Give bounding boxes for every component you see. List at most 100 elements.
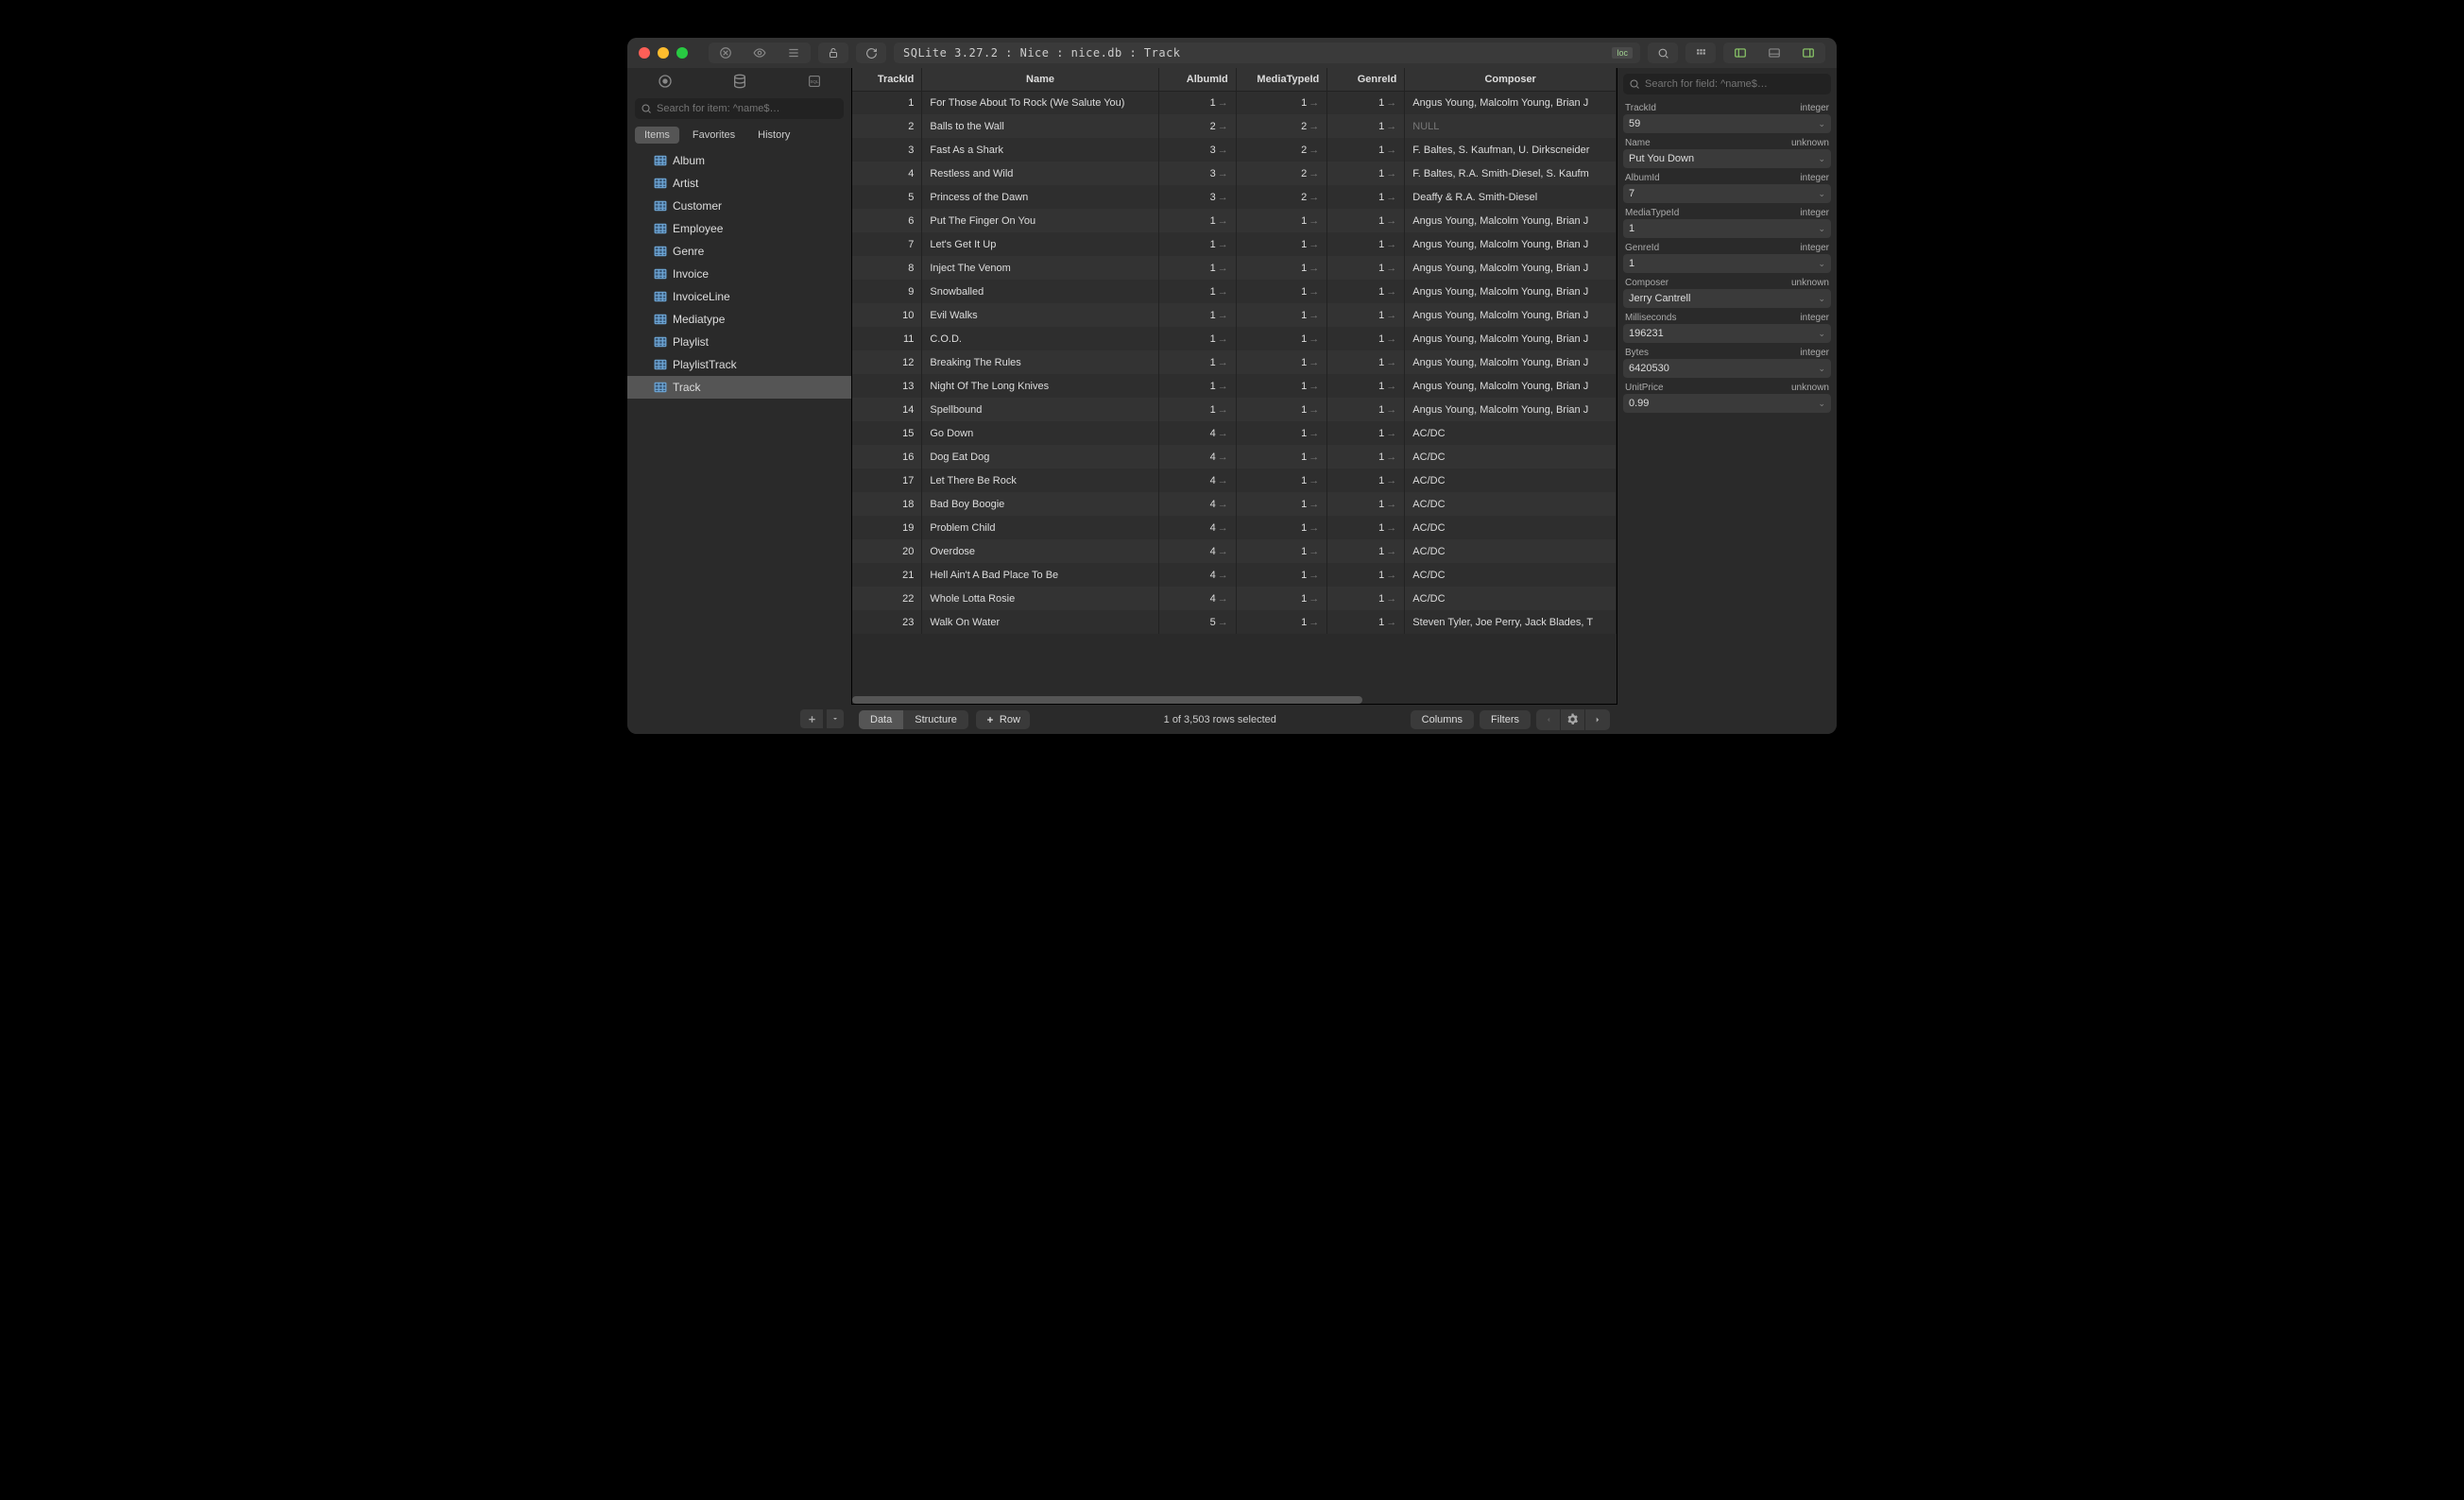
cell-name[interactable]: Let There Be Rock — [922, 469, 1158, 492]
cell-albumid[interactable]: 2→ — [1158, 114, 1236, 138]
cell-genreid[interactable]: 1→ — [1327, 587, 1405, 610]
reload-button[interactable] — [856, 43, 886, 63]
cell-trackid[interactable]: 15 — [852, 421, 922, 445]
cell-trackid[interactable]: 16 — [852, 445, 922, 469]
cell-name[interactable]: Whole Lotta Rosie — [922, 587, 1158, 610]
sidebar-item-mediatype[interactable]: Mediatype — [627, 308, 851, 331]
sub-tab-items[interactable]: Items — [635, 127, 679, 144]
table-row[interactable]: 7Let's Get It Up1→1→1→Angus Young, Malco… — [852, 232, 1617, 256]
sidebar-item-invoiceline[interactable]: InvoiceLine — [627, 285, 851, 308]
cell-genreid[interactable]: 1→ — [1327, 374, 1405, 398]
cell-mediatypeid[interactable]: 1→ — [1236, 516, 1326, 539]
table-row[interactable]: 6Put The Finger On You1→1→1→Angus Young,… — [852, 209, 1617, 232]
cell-genreid[interactable]: 1→ — [1327, 421, 1405, 445]
minimize-window-button[interactable] — [658, 47, 669, 59]
cell-trackid[interactable]: 7 — [852, 232, 922, 256]
column-header-genreid[interactable]: GenreId — [1327, 68, 1405, 91]
cell-composer[interactable]: AC/DC — [1405, 492, 1617, 516]
grid-button[interactable] — [1685, 43, 1716, 63]
cell-trackid[interactable]: 8 — [852, 256, 922, 280]
sidebar-item-employee[interactable]: Employee — [627, 217, 851, 240]
cell-name[interactable]: Bad Boy Boogie — [922, 492, 1158, 516]
column-header-trackid[interactable]: TrackId — [852, 68, 922, 91]
cell-trackid[interactable]: 11 — [852, 327, 922, 350]
cell-name[interactable]: Walk On Water — [922, 610, 1158, 634]
table-row[interactable]: 8Inject The Venom1→1→1→Angus Young, Malc… — [852, 256, 1617, 280]
sidebar-item-album[interactable]: Album — [627, 149, 851, 172]
cell-trackid[interactable]: 10 — [852, 303, 922, 327]
cell-albumid[interactable]: 1→ — [1158, 303, 1236, 327]
cell-composer[interactable]: Steven Tyler, Joe Perry, Jack Blades, T — [1405, 610, 1617, 634]
database-tab-icon[interactable] — [706, 74, 774, 89]
scrollbar-thumb[interactable] — [852, 696, 1362, 704]
cell-composer[interactable]: AC/DC — [1405, 445, 1617, 469]
cell-genreid[interactable]: 1→ — [1327, 185, 1405, 209]
cell-mediatypeid[interactable]: 2→ — [1236, 185, 1326, 209]
cell-name[interactable]: For Those About To Rock (We Salute You) — [922, 91, 1158, 114]
cell-composer[interactable]: AC/DC — [1405, 563, 1617, 587]
cell-name[interactable]: Fast As a Shark — [922, 138, 1158, 162]
add-row-button[interactable]: Row — [976, 710, 1030, 729]
next-page-button[interactable] — [1585, 709, 1610, 730]
cell-genreid[interactable]: 1→ — [1327, 610, 1405, 634]
table-row[interactable]: 2Balls to the Wall2→2→1→NULL — [852, 114, 1617, 138]
cell-albumid[interactable]: 3→ — [1158, 185, 1236, 209]
maximize-window-button[interactable] — [676, 47, 688, 59]
inspector-search-input[interactable] — [1645, 78, 1825, 90]
cell-name[interactable]: Evil Walks — [922, 303, 1158, 327]
sidebar-item-playlist[interactable]: Playlist — [627, 331, 851, 353]
table-row[interactable]: 13Night Of The Long Knives1→1→1→Angus Yo… — [852, 374, 1617, 398]
cell-composer[interactable]: Angus Young, Malcolm Young, Brian J — [1405, 327, 1617, 350]
field-value-input[interactable]: 0.99⌄ — [1623, 394, 1831, 413]
sub-tab-history[interactable]: History — [748, 127, 799, 144]
cell-trackid[interactable]: 21 — [852, 563, 922, 587]
cell-genreid[interactable]: 1→ — [1327, 469, 1405, 492]
cell-albumid[interactable]: 1→ — [1158, 209, 1236, 232]
cell-mediatypeid[interactable]: 1→ — [1236, 469, 1326, 492]
table-row[interactable]: 3Fast As a Shark3→2→1→F. Baltes, S. Kauf… — [852, 138, 1617, 162]
cell-albumid[interactable]: 1→ — [1158, 232, 1236, 256]
cell-genreid[interactable]: 1→ — [1327, 445, 1405, 469]
cell-mediatypeid[interactable]: 1→ — [1236, 610, 1326, 634]
cell-albumid[interactable]: 4→ — [1158, 445, 1236, 469]
cell-composer[interactable]: Angus Young, Malcolm Young, Brian J — [1405, 398, 1617, 421]
cell-composer[interactable]: Angus Young, Malcolm Young, Brian J — [1405, 350, 1617, 374]
cell-mediatypeid[interactable]: 1→ — [1236, 587, 1326, 610]
cell-genreid[interactable]: 1→ — [1327, 516, 1405, 539]
search-button[interactable] — [1648, 43, 1678, 63]
structure-tab-button[interactable]: Structure — [903, 710, 968, 729]
column-header-composer[interactable]: Composer — [1405, 68, 1617, 91]
cell-mediatypeid[interactable]: 1→ — [1236, 563, 1326, 587]
cell-genreid[interactable]: 1→ — [1327, 138, 1405, 162]
add-item-dropdown[interactable] — [827, 709, 844, 728]
sidebar-search-input[interactable] — [657, 103, 838, 114]
cell-composer[interactable]: Angus Young, Malcolm Young, Brian J — [1405, 232, 1617, 256]
cell-composer[interactable]: F. Baltes, S. Kaufman, U. Dirkscneider — [1405, 138, 1617, 162]
cell-genreid[interactable]: 1→ — [1327, 398, 1405, 421]
cell-composer[interactable]: F. Baltes, R.A. Smith-Diesel, S. Kaufm — [1405, 162, 1617, 185]
cell-mediatypeid[interactable]: 1→ — [1236, 374, 1326, 398]
filters-button[interactable]: Filters — [1480, 710, 1531, 729]
right-panel-toggle[interactable] — [1791, 43, 1825, 63]
cell-mediatypeid[interactable]: 1→ — [1236, 398, 1326, 421]
cell-name[interactable]: Snowballed — [922, 280, 1158, 303]
view-button[interactable] — [743, 43, 777, 63]
cell-albumid[interactable]: 1→ — [1158, 280, 1236, 303]
cell-name[interactable]: Spellbound — [922, 398, 1158, 421]
cell-composer[interactable]: NULL — [1405, 114, 1617, 138]
cell-genreid[interactable]: 1→ — [1327, 232, 1405, 256]
cell-name[interactable]: Hell Ain't A Bad Place To Be — [922, 563, 1158, 587]
cell-trackid[interactable]: 17 — [852, 469, 922, 492]
cell-name[interactable]: Overdose — [922, 539, 1158, 563]
table-row[interactable]: 1For Those About To Rock (We Salute You)… — [852, 91, 1617, 114]
cell-trackid[interactable]: 12 — [852, 350, 922, 374]
table-row[interactable]: 16Dog Eat Dog4→1→1→AC/DC — [852, 445, 1617, 469]
column-header-mediatypeid[interactable]: MediaTypeId — [1236, 68, 1326, 91]
cell-genreid[interactable]: 1→ — [1327, 539, 1405, 563]
field-value-input[interactable]: Put You Down⌄ — [1623, 149, 1831, 168]
cell-mediatypeid[interactable]: 1→ — [1236, 232, 1326, 256]
cell-trackid[interactable]: 9 — [852, 280, 922, 303]
table-row[interactable]: 18Bad Boy Boogie4→1→1→AC/DC — [852, 492, 1617, 516]
cell-mediatypeid[interactable]: 1→ — [1236, 539, 1326, 563]
cell-trackid[interactable]: 4 — [852, 162, 922, 185]
